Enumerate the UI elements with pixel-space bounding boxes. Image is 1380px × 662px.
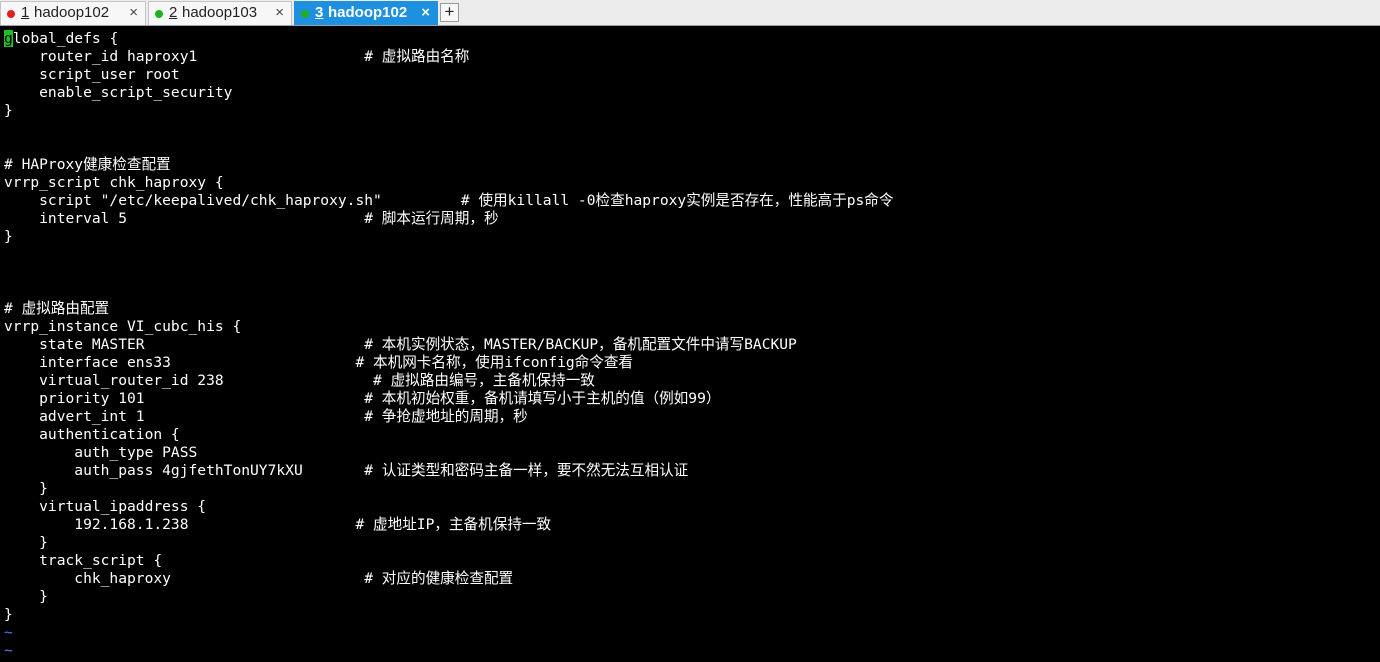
close-icon[interactable]: × [129, 2, 138, 24]
tab-bar: 1 hadoop102 × 2 hadoop103 × 3 hadoop102 … [0, 0, 1380, 26]
empty-line-marker: ~ [4, 642, 13, 659]
terminal-line: } [4, 588, 48, 605]
terminal-line: virtual_ipaddress { [4, 498, 207, 515]
terminal-line: authentication { [4, 426, 180, 443]
tab-session-1[interactable]: 1 hadoop102 × [0, 1, 146, 25]
status-dot-icon [7, 10, 15, 18]
terminal-line: state MASTER # 本机实例状态，MASTER/BACKUP，备机配置… [4, 336, 797, 353]
terminal-line: enable_script_security [4, 84, 233, 101]
tab-number: 2 [169, 4, 178, 21]
terminal-line: router_id haproxy1 # 虚拟路由名称 [4, 48, 470, 65]
terminal-line: 192.168.1.238 # 虚地址IP，主备机保持一致 [4, 516, 552, 533]
tab-number: 1 [21, 4, 30, 21]
terminal-line: script "/etc/keepalived/chk_haproxy.sh" … [4, 192, 894, 209]
terminal-area[interactable]: global_defs { router_id haproxy1 # 虚拟路由名… [0, 26, 1380, 662]
terminal-line: track_script { [4, 552, 163, 569]
terminal-line: chk_haproxy # 对应的健康检查配置 [4, 570, 514, 587]
empty-line-marker: ~ [4, 624, 13, 641]
terminal-line: virtual_router_id 238 # 虚拟路由编号，主备机保持一致 [4, 372, 595, 389]
terminal-line: # HAProxy健康检查配置 [4, 156, 171, 173]
terminal-line: auth_type PASS [4, 444, 198, 461]
terminal-line: } [4, 228, 13, 245]
terminal-line: } [4, 102, 13, 119]
terminal-line: # 虚拟路由配置 [4, 300, 110, 317]
terminal-line: vrrp_script chk_haproxy { [4, 174, 224, 191]
terminal-line: priority 101 # 本机初始权重，备机请填写小于主机的值（例如99） [4, 390, 721, 407]
terminal-line: vrrp_instance VI_cubc_his { [4, 318, 242, 335]
terminal-line: } [4, 534, 48, 551]
terminal-line: advert_int 1 # 争抢虚地址的周期，秒 [4, 408, 528, 425]
terminal-line: auth_pass 4gjfethTonUY7kXU # 认证类型和密码主备一样… [4, 462, 689, 479]
status-dot-icon [301, 10, 309, 18]
close-icon[interactable]: × [275, 2, 284, 24]
tab-number: 3 [315, 4, 324, 21]
tab-label: hadoop102 [328, 4, 408, 21]
status-dot-icon [155, 10, 163, 18]
terminal-line: } [4, 606, 13, 623]
terminal-line: interface ens33 # 本机网卡名称，使用ifconfig命令查看 [4, 354, 634, 371]
text-cursor: g [4, 30, 13, 47]
tab-label: hadoop102 [34, 4, 110, 21]
terminal-line: script_user root [4, 66, 180, 83]
terminal-line: interval 5 # 脚本运行周期，秒 [4, 210, 499, 227]
terminal-line: } [4, 480, 48, 497]
tab-session-2[interactable]: 2 hadoop103 × [148, 1, 292, 25]
close-icon[interactable]: × [421, 2, 430, 24]
tab-session-3[interactable]: 3 hadoop102 × [294, 1, 438, 25]
terminal-line: global_defs { [4, 30, 119, 47]
add-tab-button[interactable]: + [440, 3, 459, 22]
tab-label: hadoop103 [182, 4, 258, 21]
